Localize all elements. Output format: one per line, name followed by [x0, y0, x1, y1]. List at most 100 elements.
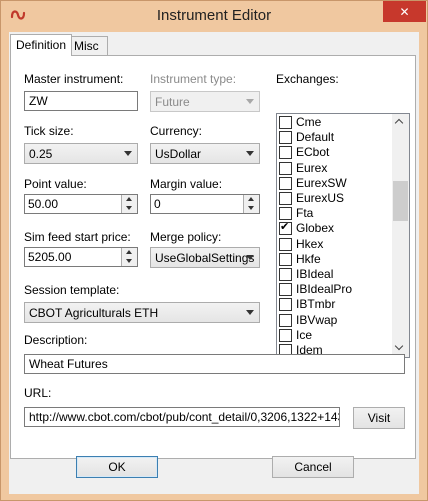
instrument-type-label: Instrument type: — [150, 72, 237, 86]
currency-value: UsDollar — [155, 147, 202, 161]
point-value-label: Point value: — [24, 177, 87, 191]
exchange-list-item[interactable]: Fta — [279, 206, 389, 222]
exchange-checkbox[interactable] — [279, 220, 292, 236]
exchange-name: IBIdeal — [296, 267, 334, 281]
sim-feed-start-price-stepper[interactable]: 5205.00 — [24, 247, 138, 267]
exchange-name: IBTmbr — [296, 297, 336, 312]
exchange-checkbox[interactable] — [279, 192, 292, 205]
exchange-checkbox[interactable] — [279, 116, 292, 129]
master-instrument-label: Master instrument: — [24, 72, 124, 86]
exchange-checkbox[interactable] — [279, 161, 292, 175]
chevron-down-icon — [246, 151, 254, 156]
session-template-select[interactable]: CBOT Agriculturals ETH — [24, 302, 260, 323]
exchange-checkbox[interactable] — [279, 131, 292, 145]
exchange-list-item[interactable]: IBVwap — [279, 313, 389, 329]
dialog-client-area: Definition Misc Master instrument: ZW In… — [9, 32, 419, 494]
exchange-name: EurexUS — [296, 191, 345, 205]
cancel-button[interactable]: Cancel — [272, 456, 354, 478]
exchange-name: Fta — [296, 206, 314, 221]
instrument-type-select: Future — [150, 91, 260, 112]
close-icon: ✕ — [399, 4, 410, 19]
exchange-name: Hkfe — [296, 251, 321, 266]
margin-value-stepper[interactable]: 0 — [150, 194, 260, 214]
title-bar[interactable]: Instrument Editor ✕ — [1, 1, 427, 31]
exchange-list-item[interactable]: Cme — [279, 115, 389, 131]
description-label: Description: — [24, 333, 88, 347]
merge-policy-label: Merge policy: — [150, 230, 222, 244]
exchanges-list[interactable]: CmeDefaultECbotEurexEurexSWEurexUSFtaGlo… — [276, 113, 410, 358]
chevron-down-icon — [246, 310, 254, 315]
exchange-list-item[interactable]: Globex — [279, 220, 389, 237]
exchange-list-item[interactable]: Default — [279, 130, 389, 146]
exchange-list-item[interactable]: Hkfe — [279, 252, 389, 268]
scroll-thumb[interactable] — [393, 181, 408, 221]
tick-size-value: 0.25 — [29, 147, 53, 161]
close-button[interactable]: ✕ — [383, 1, 426, 22]
visit-button[interactable]: Visit — [353, 407, 405, 429]
exchange-name: Cme — [296, 115, 322, 129]
session-template-label: Session template: — [24, 283, 120, 297]
master-instrument-input[interactable]: ZW — [24, 91, 138, 111]
exchange-checkbox[interactable] — [279, 237, 292, 251]
spin-down-button[interactable] — [244, 204, 259, 213]
exchange-list-item[interactable]: EurexSW — [279, 176, 389, 192]
session-template-value: CBOT Agriculturals ETH — [29, 306, 159, 320]
exchange-list-item[interactable]: IBIdeal — [279, 267, 389, 283]
sim-feed-start-price-value: 5205.00 — [28, 250, 72, 264]
exchange-checkbox[interactable] — [279, 328, 292, 342]
ok-button[interactable]: OK — [76, 456, 158, 478]
currency-select[interactable]: UsDollar — [150, 143, 260, 164]
exchange-name: Default — [296, 130, 335, 145]
exchange-list-item[interactable]: IBIdealPro — [279, 282, 389, 298]
merge-policy-value: UseGlobalSettings — [155, 251, 255, 265]
exchange-checkbox[interactable] — [279, 283, 292, 297]
exchange-name: ECbot — [296, 145, 330, 160]
margin-value-value: 0 — [154, 197, 161, 211]
exchange-list-item[interactable]: Hkex — [279, 237, 389, 253]
tab-definition[interactable]: Definition — [10, 34, 73, 56]
chevron-down-icon — [124, 151, 132, 156]
exchange-list-item[interactable]: Eurex — [279, 161, 389, 177]
merge-policy-select[interactable]: UseGlobalSettings — [150, 247, 260, 268]
tab-misc[interactable]: Misc — [68, 36, 108, 55]
exchange-name: Eurex — [296, 160, 328, 175]
exchange-checkbox[interactable] — [279, 252, 292, 266]
chevron-down-icon — [246, 99, 254, 104]
description-input[interactable]: Wheat Futures — [24, 354, 405, 374]
exchange-checkbox[interactable] — [279, 298, 292, 312]
exchange-name: IBIdealPro — [296, 282, 353, 297]
instrument-editor-window: Instrument Editor ✕ Definition Misc Mast… — [0, 0, 428, 501]
tick-size-label: Tick size: — [24, 124, 74, 138]
sim-feed-start-price-label: Sim feed start price: — [24, 230, 131, 244]
window-title: Instrument Editor — [156, 7, 272, 24]
exchange-list-item[interactable]: ECbot — [279, 145, 389, 161]
spin-down-button[interactable] — [122, 204, 137, 213]
exchange-name: Hkex — [296, 236, 324, 251]
chevron-down-icon — [246, 255, 254, 260]
exchange-name: IBVwap — [296, 312, 338, 327]
url-input[interactable]: http://www.cbot.com/cbot/pub/cont_detail… — [24, 407, 340, 427]
point-value-stepper[interactable]: 50.00 — [24, 194, 138, 214]
currency-label: Currency: — [150, 124, 203, 138]
exchange-name: Globex — [296, 221, 335, 236]
exchange-checkbox[interactable] — [279, 313, 292, 327]
exchange-checkbox[interactable] — [279, 268, 292, 281]
point-value-value: 50.00 — [28, 197, 59, 211]
exchange-name: Ice — [296, 327, 313, 342]
exchange-name: EurexSW — [296, 175, 347, 190]
exchange-checkbox[interactable] — [279, 146, 292, 160]
exchange-list-item[interactable]: IBTmbr — [279, 297, 389, 313]
scroll-up-icon[interactable] — [392, 114, 409, 131]
instrument-type-value: Future — [155, 95, 190, 109]
exchange-list-item[interactable]: Ice — [279, 328, 389, 344]
exchange-list-item[interactable]: EurexUS — [279, 191, 389, 207]
exchanges-label: Exchanges: — [276, 72, 339, 86]
url-label: URL: — [24, 386, 52, 400]
exchange-checkbox[interactable] — [279, 176, 292, 190]
tick-size-select[interactable]: 0.25 — [24, 143, 138, 164]
exchanges-scrollbar[interactable] — [392, 114, 409, 357]
definition-tab-panel: Master instrument: ZW Instrument type: F… — [10, 55, 416, 459]
spin-down-button[interactable] — [122, 257, 137, 266]
margin-value-label: Margin value: — [150, 177, 223, 191]
exchange-checkbox[interactable] — [279, 207, 292, 221]
